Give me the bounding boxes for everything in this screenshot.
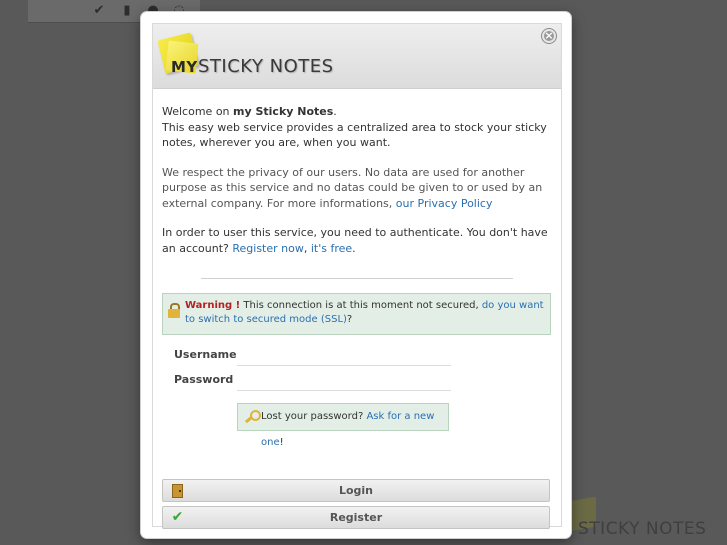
password-input[interactable]: [237, 370, 451, 391]
password-label: Password: [174, 373, 234, 386]
password-row: Password: [174, 370, 454, 392]
app-logo: MY STICKY NOTES: [157, 32, 341, 84]
door-icon: [171, 484, 184, 498]
username-input[interactable]: [237, 345, 451, 366]
checkmark-icon[interactable]: ✔: [92, 4, 106, 18]
login-dialog: MY STICKY NOTES × Welcome on my Sticky N…: [141, 12, 571, 538]
auth-text: In order to user this service, you need …: [162, 226, 548, 255]
warning-text: Warning ! This connection is at this mom…: [185, 300, 544, 325]
checkmark-icon: ✔: [171, 509, 184, 525]
its-free-link[interactable]: it's free: [311, 242, 352, 255]
close-icon[interactable]: ×: [542, 29, 556, 43]
dialog-header: MY STICKY NOTES ×: [153, 24, 561, 89]
lost-password-text: Lost your password? Ask for a new one!: [261, 411, 435, 448]
key-icon: [244, 410, 261, 424]
trash-icon[interactable]: ▮: [120, 4, 134, 18]
username-label: Username: [174, 348, 237, 361]
register-now-link[interactable]: Register now: [232, 242, 303, 255]
username-row: Username: [174, 345, 454, 367]
privacy-policy-link[interactable]: our Privacy Policy: [396, 197, 493, 210]
login-button[interactable]: Login: [162, 479, 550, 502]
welcome-text: Welcome on my Sticky Notes. This easy we…: [162, 105, 547, 149]
background-logo: STICKY NOTES: [568, 496, 718, 545]
register-button[interactable]: ✔ Register: [162, 506, 550, 529]
privacy-text: We respect the privacy of our users. No …: [162, 165, 543, 210]
lost-password-notice: Lost your password? Ask for a new one!: [237, 403, 449, 448]
lock-icon: [168, 303, 180, 318]
dialog-panel: MY STICKY NOTES × Welcome on my Sticky N…: [152, 23, 562, 529]
divider: [201, 278, 513, 279]
dialog-content: Welcome on my Sticky Notes. This easy we…: [162, 104, 552, 270]
ssl-warning-notice: Warning ! This connection is at this mom…: [162, 293, 551, 335]
